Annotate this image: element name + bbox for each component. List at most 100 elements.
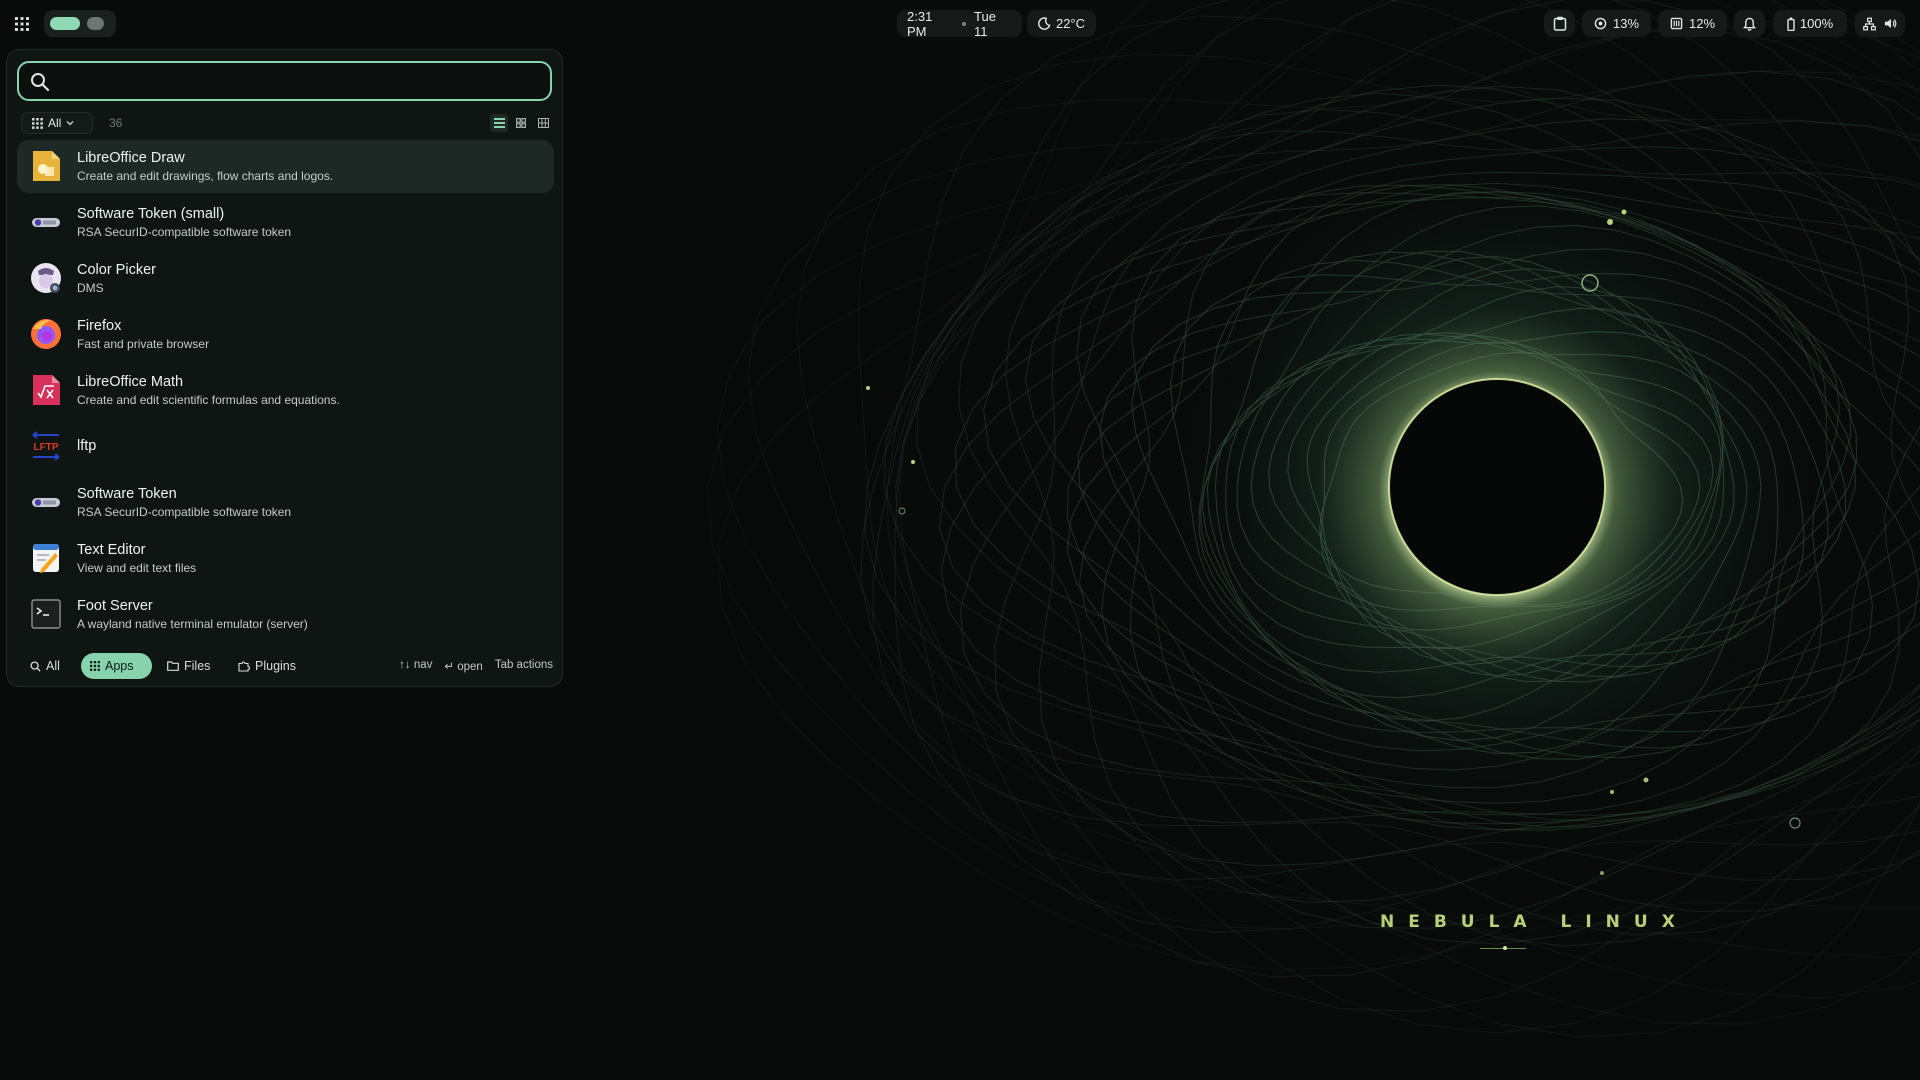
- grid-view-icon: [516, 118, 526, 128]
- token-icon: [32, 218, 60, 227]
- app-name: lftp: [77, 438, 97, 454]
- app-launcher-panel: All 36 LibreOffice Draw Create and edit …: [6, 49, 563, 687]
- keyboard-hints: ↑↓ nav ↵ open Tab actions: [399, 659, 553, 673]
- top-bar: 2:31 PM Tue 11 22°C 13% 12% 100%: [0, 0, 1920, 46]
- cpu-icon: [1594, 17, 1607, 30]
- weather-widget[interactable]: 22°C: [1027, 10, 1096, 37]
- memory-value: 12%: [1688, 16, 1716, 31]
- app-name: Text Editor: [77, 542, 146, 558]
- mode-bar: All Apps Files Plugins ↑↓ nav ↵ open Tab…: [21, 653, 553, 679]
- app-name: Foot Server: [77, 598, 153, 614]
- clock-widget[interactable]: 2:31 PM Tue 11: [897, 8, 1022, 39]
- clock-date: Tue 11: [974, 8, 996, 39]
- moon-icon: [1038, 17, 1051, 30]
- clock-separator: [962, 21, 967, 26]
- app-description: Create and edit drawings, flow charts an…: [77, 169, 334, 183]
- wallpaper-dot: [1503, 946, 1507, 950]
- app-description: RSA SecurID-compatible software token: [77, 225, 292, 239]
- app-item-libreoffice-math[interactable]: LibreOffice Math Create and edit scienti…: [17, 364, 554, 417]
- libreoffice-draw-icon: [33, 151, 60, 181]
- hint-open: ↵ open: [444, 661, 483, 673]
- mode-apps-label: Apps: [105, 659, 134, 673]
- category-dropdown[interactable]: All: [21, 112, 93, 134]
- battery-icon: [1787, 17, 1795, 31]
- app-item-firefox[interactable]: Firefox Fast and private browser: [17, 308, 554, 361]
- app-description: View and edit text files: [77, 561, 197, 575]
- workspace-switcher: [44, 10, 116, 37]
- puzzle-icon: [238, 661, 250, 672]
- app-item-libreoffice-draw[interactable]: LibreOffice Draw Create and edit drawing…: [17, 140, 554, 193]
- weather-temp: 22°C: [1055, 16, 1086, 31]
- search-icon: [31, 73, 50, 92]
- mode-files-label: Files: [184, 659, 211, 673]
- svg-text:LFTP: LFTP: [34, 442, 59, 453]
- workspace-1-active[interactable]: [50, 17, 80, 30]
- battery-widget[interactable]: 100%: [1773, 10, 1847, 37]
- app-item-foot-server[interactable]: Foot Server A wayland native terminal em…: [17, 588, 554, 641]
- compact-grid-icon: [537, 118, 549, 128]
- memory-widget[interactable]: 12%: [1658, 10, 1727, 37]
- notifications-button[interactable]: [1734, 10, 1765, 37]
- network-icon[interactable]: [1863, 17, 1876, 31]
- mode-files-button[interactable]: Files: [158, 653, 219, 679]
- grid-icon: [90, 661, 100, 671]
- app-name: Color Picker: [77, 262, 156, 278]
- firefox-icon: [31, 319, 61, 349]
- mode-plugins-button[interactable]: Plugins: [229, 653, 305, 679]
- bell-icon: [1743, 17, 1756, 31]
- mode-all-label: All: [46, 659, 60, 673]
- mode-all-button[interactable]: All: [21, 653, 69, 679]
- volume-icon[interactable]: [1884, 17, 1897, 30]
- search-box[interactable]: [17, 61, 552, 101]
- token-icon: [32, 498, 60, 507]
- workspace-2[interactable]: [87, 17, 104, 30]
- battery-value: 100%: [1799, 16, 1834, 31]
- grid-icon: [15, 16, 29, 31]
- color-picker-icon: [31, 263, 61, 293]
- grid-icon: [32, 117, 43, 129]
- chevron-down-icon: [66, 121, 74, 126]
- search-input[interactable]: [59, 67, 543, 97]
- app-name: Software Token (small): [77, 206, 225, 222]
- app-name: LibreOffice Draw: [77, 150, 185, 166]
- filter-row: All 36: [21, 112, 553, 134]
- mode-plugins-label: Plugins: [255, 659, 296, 673]
- app-description: Fast and private browser: [77, 337, 210, 351]
- grid-view-button[interactable]: [512, 114, 530, 132]
- app-description: DMS: [77, 281, 104, 295]
- app-item-software-token-small[interactable]: Software Token (small) RSA SecurID-compa…: [17, 196, 554, 249]
- app-list: LibreOffice Draw Create and edit drawing…: [17, 140, 554, 644]
- app-launcher-button[interactable]: [8, 10, 36, 37]
- terminal-icon: [31, 599, 61, 629]
- search-icon: [30, 660, 41, 672]
- text-editor-icon: [33, 544, 59, 573]
- clipboard-icon: [1553, 16, 1566, 31]
- app-description: RSA SecurID-compatible software token: [77, 505, 292, 519]
- hint-tab: Tab actions: [494, 659, 553, 671]
- app-description: Create and edit scientific formulas and …: [77, 393, 340, 407]
- app-item-text-editor[interactable]: Text Editor View and edit text files: [17, 532, 554, 585]
- app-name: LibreOffice Math: [77, 374, 184, 390]
- folder-icon: [167, 661, 179, 671]
- list-view-button[interactable]: [490, 114, 508, 132]
- wallpaper-title: NEBULA LINUX: [1380, 912, 1689, 932]
- cpu-widget[interactable]: 13%: [1582, 10, 1651, 37]
- clock-time: 2:31 PM: [907, 8, 933, 39]
- result-count: 36: [109, 116, 123, 130]
- app-description: A wayland native terminal emulator (serv…: [77, 617, 308, 631]
- clipboard-button[interactable]: [1544, 10, 1575, 37]
- libreoffice-math-icon: [33, 375, 60, 405]
- app-name: Software Token: [77, 486, 177, 502]
- category-selected: All: [48, 116, 62, 130]
- app-item-software-token[interactable]: Software Token RSA SecurID-compatible so…: [17, 476, 554, 529]
- memory-icon: [1670, 17, 1683, 30]
- mode-apps-button[interactable]: Apps: [81, 653, 152, 679]
- system-tray: [1855, 10, 1905, 37]
- app-item-color-picker[interactable]: Color Picker DMS: [17, 252, 554, 305]
- app-item-lftp[interactable]: LFTP lftp: [17, 420, 554, 473]
- hint-nav: ↑↓ nav: [399, 659, 433, 671]
- compact-grid-view-button[interactable]: [534, 114, 552, 132]
- lftp-icon: LFTP: [32, 431, 60, 461]
- cpu-value: 13%: [1612, 16, 1640, 31]
- app-name: Firefox: [77, 318, 122, 334]
